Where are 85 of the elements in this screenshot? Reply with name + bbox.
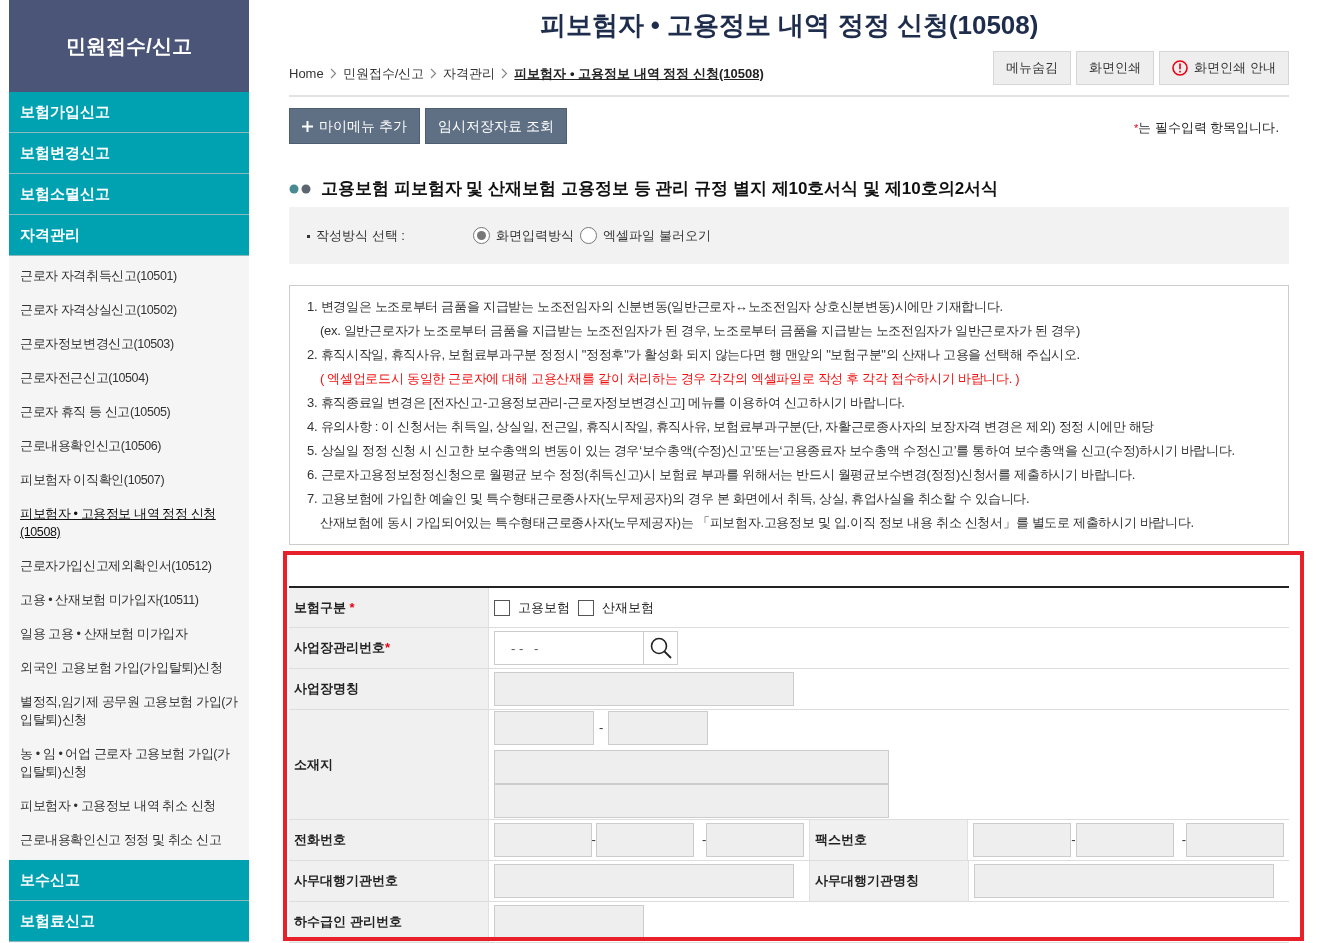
chevron-icon bbox=[430, 67, 438, 79]
toolbar-button[interactable]: 임시저장자료 조회 bbox=[424, 108, 567, 144]
search-button[interactable] bbox=[644, 631, 678, 665]
sidebar-item[interactable]: 근로자전근신고(10504) bbox=[9, 361, 249, 395]
header-button[interactable]: 메뉴숨김 bbox=[993, 51, 1072, 85]
note-line: 3. 휴직종료일 변경은 [전자신고-고용정보관리-근로자정보변경신고] 메뉴를 이용하여 신고하시기 바랍니다. bbox=[307, 394, 906, 412]
separator-text: - bbox=[1180, 831, 1186, 850]
sidebar-item[interactable]: 외국인 고용보험 가입(가입탈퇴)신청 bbox=[9, 651, 249, 685]
note-line: 7. 고용보험에 가입한 예술인 및 특수형태근로종사자(노무제공자)의 경우 본 화면에서 취득, 상실, 휴업사실을 취소할 수 있습니다. bbox=[307, 490, 1031, 508]
input-field[interactable] bbox=[494, 711, 594, 745]
radio-option[interactable]: 엑셀파일 불러오기 bbox=[580, 225, 711, 245]
sidebar-item[interactable]: 근로자정보변경신고(10503) bbox=[9, 327, 249, 361]
section-title: 고용보험 피보험자 및 산재보험 고용정보 등 관리 규정 별지 제10호서식 및 제10호의2서식 bbox=[321, 178, 999, 200]
sidebar-item[interactable]: 근로내용확인신고(10506) bbox=[9, 429, 249, 463]
note-line: 4. 유의사항 : 이 신청서는 취득일, 상실일, 전근일, 휴직시작일, 휴직사유, 보험료부과구분(단, 자활근로종사자의 보장자격 변경은 제외) 정정 시에만 해당 bbox=[307, 418, 1156, 436]
separator-text: - bbox=[598, 719, 605, 738]
page-title: 피보험자 • 고용정보 내역 정정 신청(10508) bbox=[538, 9, 1040, 42]
separator-text: - bbox=[591, 831, 596, 850]
input-field[interactable] bbox=[493, 823, 592, 857]
separator-text: - bbox=[700, 831, 707, 850]
checkbox[interactable] bbox=[578, 599, 594, 616]
sidebar-item[interactable]: 근로자 휴직 등 신고(10505) bbox=[9, 395, 249, 429]
checkbox-option[interactable]: 고용보험 bbox=[494, 597, 570, 618]
field-label: 사무대행기관명칭 bbox=[809, 861, 969, 901]
input-field[interactable] bbox=[1186, 823, 1284, 857]
note-line: 2. 휴직시작일, 휴직사유, 보험료부과구분 정정시 "정정후"가 활성화 되지 않는다면 행 맨앞의 "보험구분"의 산재나 고용을 선택해 주십시오. bbox=[307, 346, 1081, 364]
sidebar-item[interactable]: 근로자가입신고제외확인서(10512) bbox=[9, 549, 249, 583]
radio-button[interactable] bbox=[473, 226, 490, 244]
header-button[interactable]: 화면인쇄 bbox=[1076, 51, 1155, 85]
input-field[interactable] bbox=[608, 711, 709, 745]
note-line: ( 엑셀업로드시 동일한 근로자에 대해 고용산재를 같이 처리하는 경우 각각의 엑셀파일로 작성 후 각각 접수하시기 바랍니다. ) bbox=[319, 370, 1021, 388]
field-label: 팩스번호 bbox=[808, 820, 969, 860]
note-line: 산재보험에 동시 가입되어있는 특수형태근로종사자(노무제공자)는 「피보험자.고용정보 및 입.이직 정보 내용 취소 신청서」를 별도로 제출하시기 바랍니다. bbox=[319, 514, 1195, 532]
input-field[interactable] bbox=[1075, 823, 1174, 857]
radio-button[interactable] bbox=[580, 226, 597, 244]
alert-icon bbox=[1172, 60, 1189, 76]
breadcrumb-link[interactable]: Home bbox=[289, 63, 324, 83]
sidebar-item[interactable]: 근로내용확인신고 정정 및 취소 신고 bbox=[9, 823, 249, 857]
field-label: 하수급인 관리번호 bbox=[289, 902, 489, 942]
field-label: 전화번호 bbox=[289, 820, 489, 860]
radio-option[interactable]: 화면입력방식 bbox=[473, 225, 574, 245]
sidebar-item[interactable]: 별정직,임기제 공무원 고용보험 가입(가입탈퇴)신청 bbox=[9, 685, 249, 737]
input-field[interactable] bbox=[595, 823, 694, 857]
input-field[interactable] bbox=[494, 784, 889, 818]
search-icon bbox=[649, 637, 672, 659]
field-label: 소재지 bbox=[289, 710, 489, 819]
input-field[interactable] bbox=[494, 672, 794, 706]
sidebar-item[interactable]: 피보험자 • 고용정보 내역 취소 신청 bbox=[9, 789, 249, 823]
breadcrumb-link[interactable]: 피보험자 • 고용정보 내역 정정 신청(10508) bbox=[514, 63, 764, 83]
separator-text: - bbox=[1071, 831, 1076, 850]
sidebar-title: 민원접수/신고 bbox=[66, 34, 192, 59]
input-field[interactable] bbox=[974, 864, 1274, 898]
field-label: 사업장명칭 bbox=[289, 669, 489, 709]
toolbar-button[interactable]: 마이메뉴 추가 bbox=[289, 108, 420, 144]
plus-icon bbox=[302, 120, 313, 132]
input-field[interactable] bbox=[494, 864, 794, 898]
chevron-icon bbox=[501, 67, 509, 79]
field-label: 사무대행기관번호 bbox=[289, 861, 489, 901]
sidebar-item[interactable]: 근로자 자격상실신고(10502) bbox=[9, 293, 249, 327]
sidebar-item[interactable]: 근로자 자격취득신고(10501) bbox=[9, 259, 249, 293]
input-field[interactable] bbox=[494, 750, 889, 784]
input-field[interactable] bbox=[494, 905, 644, 939]
field-label: 사업장관리번호* bbox=[289, 628, 489, 668]
chevron-icon bbox=[329, 67, 337, 79]
note-line: 5. 상실일 정정 신청 시 신고한 보수총액의 변동이 있는 경우‘보수총액(수정)신고’또는‘고용종료자 보수총액 수정신고’를 통하여 보수총액을 신고(수정)하시기 바랍니다. bbox=[307, 442, 1236, 460]
sidebar-item[interactable]: 피보험자 • 고용정보 내역 정정 신청(10508) bbox=[9, 497, 249, 549]
search-field[interactable]: - - - bbox=[494, 631, 644, 665]
note-line: 6. 근로자고용정보정정신청으로 월평균 보수 정정(취득신고)시 보험료 부과를 위해서는 반드시 월평균보수변경(정정)신청서를 제출하시기 바랍니다. bbox=[307, 466, 1137, 484]
sidebar-item[interactable]: 농 • 임 • 어업 근로자 고용보험 가입(가입탈퇴)신청 bbox=[9, 737, 249, 789]
checkbox[interactable] bbox=[494, 599, 510, 616]
breadcrumb-link[interactable]: 자격관리 bbox=[443, 63, 496, 83]
breadcrumb-link[interactable]: 민원접수/신고 bbox=[342, 63, 425, 83]
required-note: *는 필수입력 항목입니다. bbox=[1133, 118, 1279, 137]
field-label: 보험구분 * bbox=[289, 588, 489, 627]
bullet-dots-icon bbox=[289, 183, 313, 194]
input-field[interactable] bbox=[706, 823, 805, 857]
sidebar-item[interactable]: 고용 • 산재보험 미가입자(10511) bbox=[9, 583, 249, 617]
method-label: 작성방식 선택 : bbox=[307, 225, 473, 245]
header-button[interactable]: 화면인쇄 안내 bbox=[1159, 51, 1289, 85]
checkbox-option[interactable]: 산재보험 bbox=[578, 597, 654, 618]
note-line: 1. 변경일은 노조로부터 금품을 지급받는 노조전임자의 신분변동(일반근로자↔노조전임자 상호신분변동)시에만 기재합니다. bbox=[307, 298, 1004, 316]
note-line: (ex. 일반근로자가 노조로부터 금품을 지급받는 노조전임자가 된 경우, 노조로부터 금품을 지급받는 노조전임자가 일반근로자가 된 경우) bbox=[319, 322, 1081, 340]
sidebar-item[interactable]: 일용 고용 • 산재보험 미가입자 bbox=[9, 617, 249, 651]
sidebar-item[interactable]: 피보험자 이직확인(10507) bbox=[9, 463, 249, 497]
input-field[interactable] bbox=[973, 823, 1072, 857]
